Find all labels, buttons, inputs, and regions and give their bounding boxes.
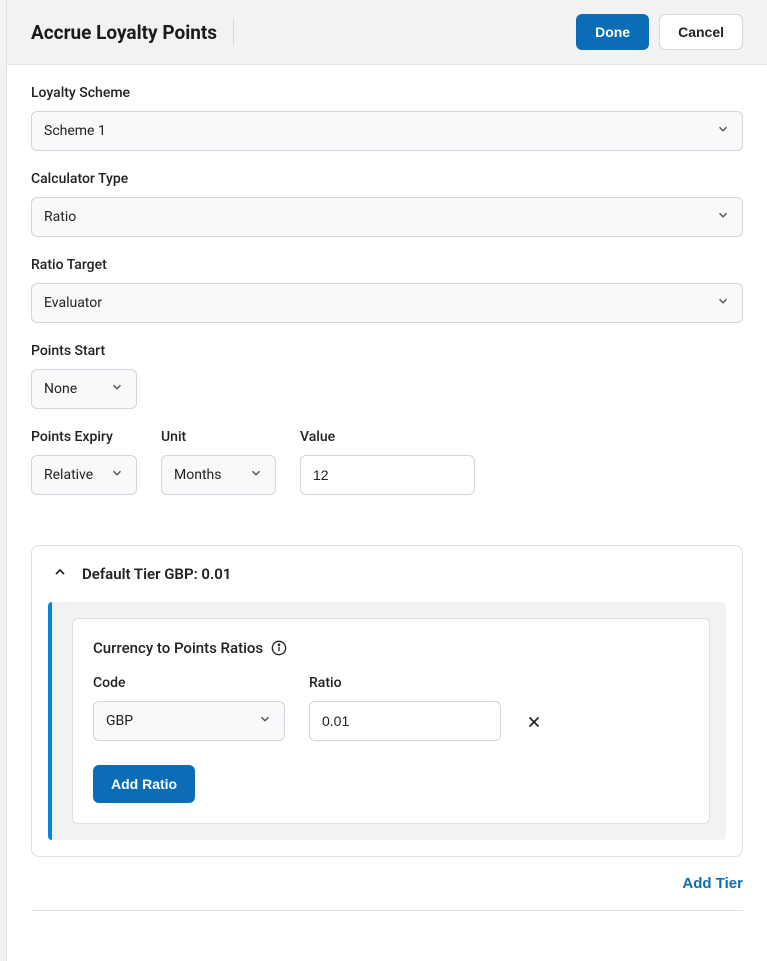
loyalty-scheme-select[interactable]: Scheme 1: [31, 111, 743, 151]
remove-ratio-button[interactable]: [525, 713, 543, 731]
cancel-button[interactable]: Cancel: [659, 14, 743, 50]
ratio-row: Code GBP: [93, 675, 689, 741]
tier-inner: Currency to Points Ratios Code GBP: [48, 602, 726, 840]
modal-title: Accrue Loyalty Points: [31, 21, 217, 44]
ratio-target-label: Ratio Target: [31, 257, 743, 273]
chevron-down-icon: [249, 466, 263, 484]
done-button[interactable]: Done: [576, 14, 649, 50]
chevron-up-icon: [52, 564, 68, 584]
loyalty-scheme-label: Loyalty Scheme: [31, 85, 743, 101]
ratio-target-value: Evaluator: [44, 295, 102, 311]
unit-value: Months: [174, 467, 221, 483]
points-start-value: None: [44, 381, 77, 397]
ratio-target-select[interactable]: Evaluator: [31, 283, 743, 323]
calculator-type-select[interactable]: Ratio: [31, 197, 743, 237]
tier-title: Default Tier GBP: 0.01: [82, 565, 231, 583]
unit-select[interactable]: Months: [161, 455, 276, 495]
tier-card: Currency to Points Ratios Code GBP: [72, 618, 710, 824]
chevron-down-icon: [716, 294, 730, 312]
ratio-input[interactable]: [309, 701, 501, 741]
code-value: GBP: [106, 713, 133, 729]
add-tier-link[interactable]: Add Tier: [682, 875, 743, 892]
value-label: Value: [300, 429, 475, 445]
points-expiry-label: Points Expiry: [31, 429, 137, 445]
chevron-down-icon: [716, 122, 730, 140]
header-actions: Done Cancel: [576, 14, 743, 50]
code-select[interactable]: GBP: [93, 701, 285, 741]
add-ratio-button[interactable]: Add Ratio: [93, 765, 195, 803]
unit-label: Unit: [161, 429, 276, 445]
points-start-label: Points Start: [31, 343, 743, 359]
modal-header: Accrue Loyalty Points Done Cancel: [7, 0, 767, 65]
tier-header[interactable]: Default Tier GBP: 0.01: [32, 546, 742, 602]
ratio-label: Ratio: [309, 675, 501, 691]
chevron-down-icon: [110, 466, 124, 484]
card-title-text: Currency to Points Ratios: [93, 639, 263, 657]
title-divider: [233, 19, 234, 45]
calculator-type-value: Ratio: [44, 209, 76, 225]
divider: [31, 910, 743, 911]
points-expiry-value: Relative: [44, 467, 93, 483]
code-label: Code: [93, 675, 285, 691]
points-expiry-select[interactable]: Relative: [31, 455, 137, 495]
chevron-down-icon: [258, 712, 272, 730]
points-start-select[interactable]: None: [31, 369, 137, 409]
modal-body: Loyalty Scheme Scheme 1 Calculator Type …: [7, 65, 767, 931]
chevron-down-icon: [110, 380, 124, 398]
loyalty-scheme-value: Scheme 1: [44, 123, 106, 139]
info-icon[interactable]: [271, 640, 287, 656]
chevron-down-icon: [716, 208, 730, 226]
tier-panel: Default Tier GBP: 0.01 Currency to Point…: [31, 545, 743, 857]
calculator-type-label: Calculator Type: [31, 171, 743, 187]
modal: Accrue Loyalty Points Done Cancel Loyalt…: [6, 0, 767, 961]
value-input[interactable]: [300, 455, 475, 495]
